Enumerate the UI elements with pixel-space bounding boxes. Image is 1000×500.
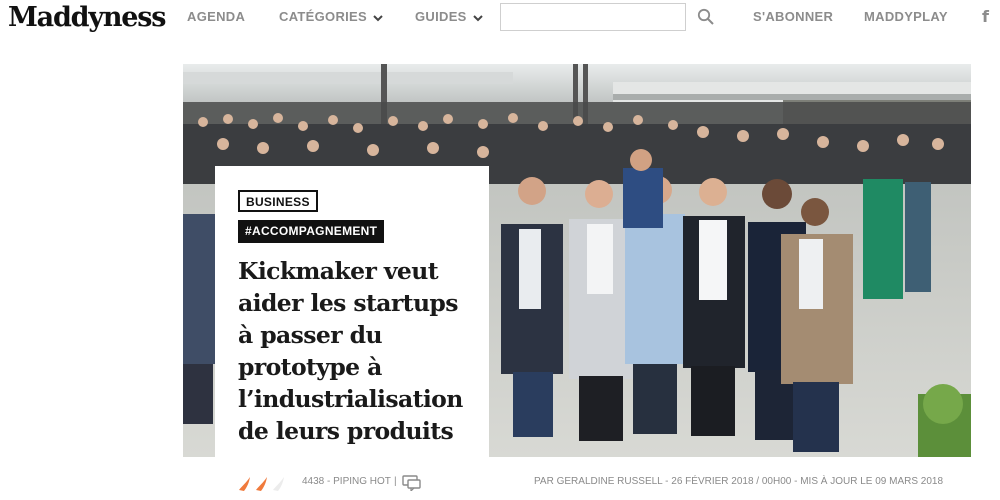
nav-maddyplay[interactable]: MADDYPLAY — [864, 0, 948, 34]
hero-image[interactable]: BUSINESS #ACCOMPAGNEMENT Kickmaker veut … — [183, 64, 971, 457]
article-title[interactable]: Kickmaker veut aider les startups à pass… — [238, 255, 478, 447]
search-icon[interactable] — [697, 8, 715, 31]
search-input[interactable] — [500, 3, 686, 31]
article-card: BUSINESS #ACCOMPAGNEMENT Kickmaker veut … — [215, 166, 489, 457]
nav-guides-label: GUIDES — [415, 9, 467, 24]
nav-subscribe[interactable]: S'ABONNER — [753, 0, 833, 34]
meta-separator: | — [394, 476, 397, 487]
article-byline: PAR GERALDINE RUSSELL - 26 FÉVRIER 2018 … — [534, 476, 944, 487]
nav-guides[interactable]: GUIDES — [415, 0, 483, 35]
facebook-icon[interactable]: f — [982, 0, 989, 34]
category-tag[interactable]: BUSINESS — [238, 190, 318, 212]
chevron-down-icon — [472, 1, 483, 35]
site-logo[interactable]: Maddyness — [8, 0, 166, 36]
nav-agenda[interactable]: AGENDA — [187, 0, 245, 34]
chevron-down-icon — [373, 1, 383, 35]
comment-icon[interactable] — [402, 475, 422, 496]
nav-categories[interactable]: CATÉGORIES — [279, 0, 383, 35]
flame-icon — [236, 474, 296, 497]
hashtag-tag[interactable]: #ACCOMPAGNEMENT — [238, 220, 385, 243]
nav-categories-label: CATÉGORIES — [279, 9, 367, 24]
site-header: Maddyness AGENDA CATÉGORIES GUIDES S'ABO… — [0, 0, 1000, 36]
heat-score: 4438 - PIPING HOT — [302, 476, 391, 487]
